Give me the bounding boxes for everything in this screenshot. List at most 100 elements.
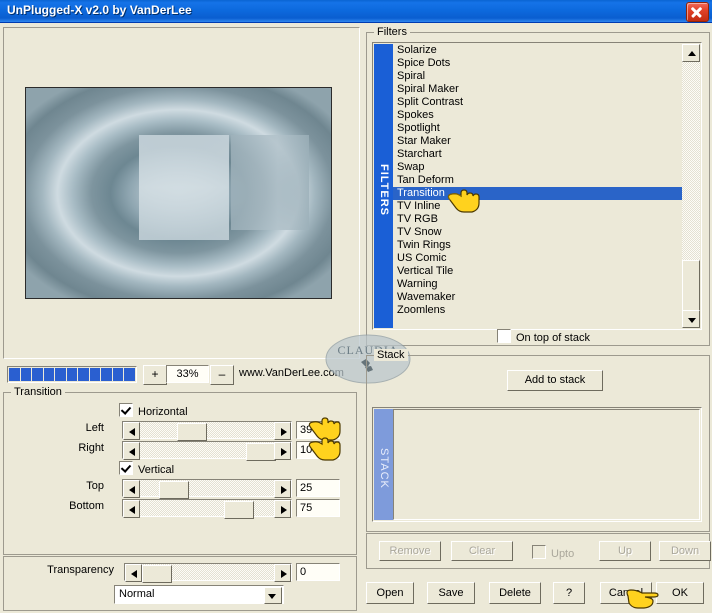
value-field-right[interactable]: 100 xyxy=(296,441,340,459)
website-link[interactable]: www.VanDerLee.com xyxy=(239,367,344,379)
slider-right-arrow-bottom[interactable] xyxy=(274,500,291,518)
delete-button[interactable]: Delete xyxy=(489,582,541,604)
down-button[interactable]: Down xyxy=(659,541,711,561)
filter-list-item[interactable]: Starchart xyxy=(393,148,682,161)
filter-list-item[interactable]: Spiral xyxy=(393,70,682,83)
scroll-up-icon[interactable] xyxy=(682,44,700,62)
filter-list-item[interactable]: TV Snow xyxy=(393,226,682,239)
filter-list-item[interactable]: Swap xyxy=(393,161,682,174)
filter-list-item[interactable]: Spiral Maker xyxy=(393,83,682,96)
remove-button[interactable]: Remove xyxy=(379,541,441,561)
value-field-left[interactable]: 39 xyxy=(296,421,340,439)
open-button[interactable]: Open xyxy=(366,582,414,604)
slider-left-arrow-left[interactable] xyxy=(123,422,140,440)
slider-right-arrow-left[interactable] xyxy=(274,422,291,440)
slider-right-arrow-top[interactable] xyxy=(274,480,291,498)
zoom-out-button[interactable]: – xyxy=(210,365,234,385)
horizontal-checkbox[interactable] xyxy=(119,403,133,417)
transition-groupbox: Transition Horizontal Left 39 Right 100 … xyxy=(3,386,357,555)
filter-list-item[interactable]: Transition xyxy=(393,187,682,200)
on-top-of-stack-label: On top of stack xyxy=(516,332,590,344)
close-icon[interactable] xyxy=(686,2,709,22)
up-button[interactable]: Up xyxy=(599,541,651,561)
filter-list-item[interactable]: Wavemaker xyxy=(393,291,682,304)
filter-list-item[interactable]: Spokes xyxy=(393,109,682,122)
stack-list[interactable]: STACK xyxy=(372,407,702,522)
value-field-top[interactable]: 25 xyxy=(296,479,340,497)
chevron-down-icon[interactable] xyxy=(264,587,282,604)
slider-track-left[interactable] xyxy=(122,421,292,441)
filters-list-body[interactable]: Solarize Spice Dots Spiral Spiral Maker Spli… xyxy=(393,44,682,328)
slider-label-bottom: Bottom xyxy=(69,500,104,512)
progress-blocks xyxy=(7,366,137,383)
filters-list[interactable]: FILTERS Solarize Spice Dots Spiral Spiral M… xyxy=(372,42,702,330)
zoom-in-button[interactable]: + xyxy=(143,365,167,385)
stack-groupbox-title: Stack xyxy=(374,349,408,361)
preview-image xyxy=(26,88,331,298)
value-field-transparency[interactable]: 0 xyxy=(296,563,340,581)
filter-list-item[interactable]: Tan Deform xyxy=(393,174,682,187)
stack-list-body[interactable] xyxy=(393,409,700,520)
add-to-stack-button[interactable]: Add to stack xyxy=(507,370,603,391)
filter-list-item[interactable]: Vertical Tile xyxy=(393,265,682,278)
slider-thumb-right[interactable] xyxy=(246,443,276,461)
slider-row-transparency: Transparency 0 xyxy=(14,563,349,583)
slider-row-top: Top 25 xyxy=(14,479,349,499)
slider-track-bottom[interactable] xyxy=(122,499,292,519)
slider-label-top: Top xyxy=(86,480,104,492)
slider-row-bottom: Bottom 75 xyxy=(14,499,349,519)
filter-list-item[interactable]: Twin Rings xyxy=(393,239,682,252)
transition-groupbox-title: Transition xyxy=(11,386,65,398)
blend-mode-value: Normal xyxy=(119,588,155,600)
on-top-of-stack-row[interactable]: On top of stack xyxy=(497,329,590,344)
filter-list-item[interactable]: Star Maker xyxy=(393,135,682,148)
slider-thumb-left[interactable] xyxy=(177,423,207,441)
value-field-bottom[interactable]: 75 xyxy=(296,499,340,517)
slider-thumb-transparency[interactable] xyxy=(142,565,172,583)
slider-thumb-top[interactable] xyxy=(159,481,189,499)
cancel-button[interactable]: Cancel xyxy=(600,582,652,604)
slider-label-left: Left xyxy=(85,422,104,434)
filter-list-item[interactable]: TV Inline xyxy=(393,200,682,213)
horizontal-checkbox-row[interactable]: Horizontal xyxy=(119,403,188,418)
help-button[interactable]: ? xyxy=(553,582,585,604)
save-button[interactable]: Save xyxy=(427,582,475,604)
vertical-checkbox[interactable] xyxy=(119,461,133,475)
upto-row[interactable]: Upto xyxy=(532,545,574,560)
slider-left-arrow-top[interactable] xyxy=(123,480,140,498)
slider-track-right[interactable] xyxy=(122,441,292,461)
preview-panel xyxy=(3,27,360,359)
slider-thumb-bottom[interactable] xyxy=(224,501,254,519)
horizontal-label: Horizontal xyxy=(138,406,188,418)
ok-button[interactable]: OK xyxy=(656,582,704,604)
window-title: UnPlugged-X v2.0 by VanDerLee xyxy=(7,3,192,17)
blend-mode-select[interactable]: Normal xyxy=(114,585,284,604)
upto-label: Upto xyxy=(551,548,575,560)
filter-list-item[interactable]: Warning xyxy=(393,278,682,291)
upto-checkbox[interactable] xyxy=(532,545,546,559)
slider-left-arrow-bottom[interactable] xyxy=(123,500,140,518)
slider-right-arrow-transparency[interactable] xyxy=(274,564,291,582)
filter-list-item[interactable]: Zoomlens xyxy=(393,304,682,317)
scrollbar-thumb[interactable] xyxy=(682,260,700,312)
clear-button[interactable]: Clear xyxy=(451,541,513,561)
slider-right-arrow-right[interactable] xyxy=(274,442,291,460)
filter-list-item[interactable]: TV RGB xyxy=(393,213,682,226)
vertical-label: Vertical xyxy=(138,464,175,476)
filter-list-item[interactable]: Spice Dots xyxy=(393,57,682,70)
filters-scrollbar[interactable] xyxy=(682,44,700,328)
filter-list-item[interactable]: Solarize xyxy=(393,44,682,57)
preview-image-frame[interactable] xyxy=(25,87,332,299)
filter-list-item[interactable]: Spotlight xyxy=(393,122,682,135)
scroll-down-icon[interactable] xyxy=(682,310,700,328)
slider-label-right: Right xyxy=(78,442,104,454)
slider-track-top[interactable] xyxy=(122,479,292,499)
vertical-checkbox-row[interactable]: Vertical xyxy=(119,461,174,476)
filter-list-item[interactable]: US Comic xyxy=(393,252,682,265)
on-top-of-stack-checkbox[interactable] xyxy=(497,329,511,343)
slider-left-arrow-right[interactable] xyxy=(123,442,140,460)
filter-list-item[interactable]: Split Contrast xyxy=(393,96,682,109)
filters-vertical-label: FILTERS xyxy=(374,44,393,328)
slider-left-arrow-transparency[interactable] xyxy=(125,564,142,582)
slider-track-transparency[interactable] xyxy=(124,563,292,583)
